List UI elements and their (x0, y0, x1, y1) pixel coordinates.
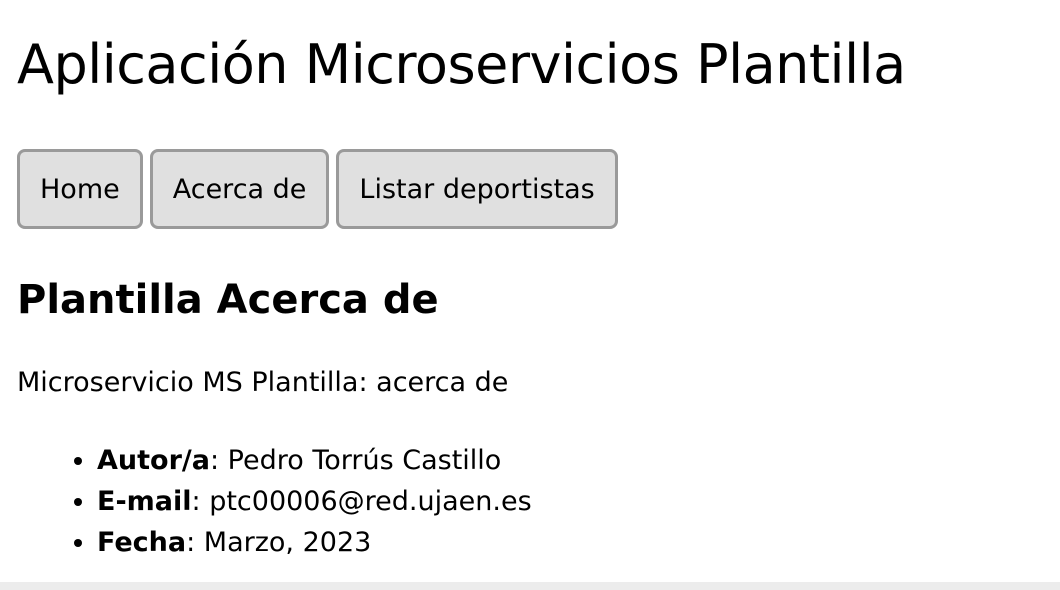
info-list: Autor/a: Pedro Torrús Castillo E-mail: p… (17, 440, 1043, 563)
home-button[interactable]: Home (17, 149, 143, 229)
date-item: Fecha: Marzo, 2023 (97, 522, 1043, 563)
about-button[interactable]: Acerca de (149, 149, 330, 229)
date-key: Fecha (97, 527, 187, 558)
email-item: E-mail: ptc00006@red.ujaen.es (97, 481, 1043, 522)
app-title: Aplicación Microservicios Plantilla (17, 33, 906, 96)
date-value: : Marzo, 2023 (186, 527, 372, 558)
list-athletes-button[interactable]: Listar deportistas (336, 149, 618, 229)
section-title: Plantilla Acerca de (17, 277, 439, 323)
author-value: : Pedro Torrús Castillo (209, 445, 502, 476)
bottom-scroll-area (0, 582, 1060, 590)
author-key: Autor/a (97, 445, 210, 476)
main-nav: Home Acerca de Listar deportistas (17, 149, 1043, 229)
email-key: E-mail (97, 486, 192, 517)
author-item: Autor/a: Pedro Torrús Castillo (97, 440, 1043, 481)
email-value: : ptc00006@red.ujaen.es (191, 486, 532, 517)
description: Microservicio MS Plantilla: acerca de (17, 367, 509, 398)
page: Aplicación Microservicios Plantilla Home… (0, 0, 1060, 563)
